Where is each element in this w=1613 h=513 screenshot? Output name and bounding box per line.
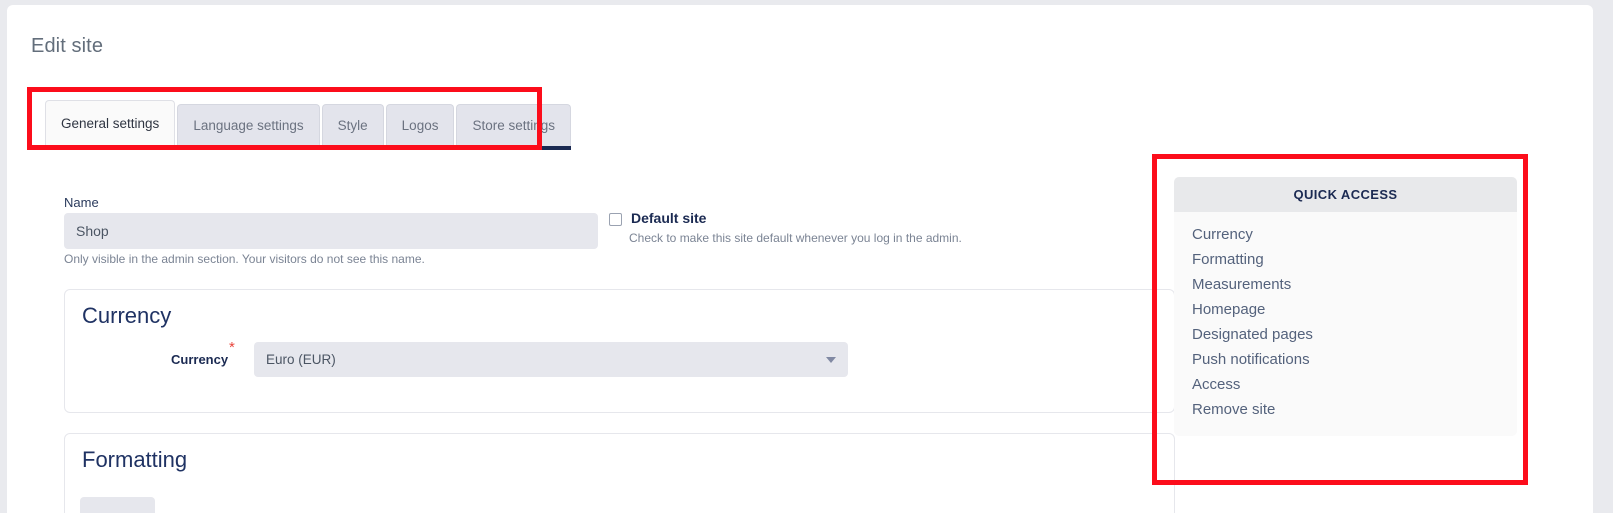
- currency-section-title: Currency: [82, 303, 172, 328]
- default-site-checkbox[interactable]: [609, 213, 622, 226]
- default-site-label: Default site: [631, 210, 707, 226]
- tab-label: Style: [337, 118, 368, 133]
- name-help-text: Only visible in the admin section. Your …: [64, 252, 425, 266]
- quick-access-item-access[interactable]: Access: [1174, 372, 1517, 397]
- quick-access-item-formatting[interactable]: Formatting: [1174, 247, 1517, 272]
- currency-field-label: Currency: [171, 352, 229, 367]
- tab-label: General settings: [61, 116, 160, 131]
- main-content-card: Edit site General settings Language sett…: [7, 5, 1593, 513]
- quick-access-list: Currency Formatting Measurements Homepag…: [1174, 212, 1517, 436]
- name-input[interactable]: [64, 213, 598, 249]
- formatting-section-title: Formatting: [82, 447, 188, 472]
- quick-access-item-currency[interactable]: Currency: [1174, 222, 1517, 247]
- formatting-section-card: Formatting: [64, 433, 1175, 513]
- tab-label: Language settings: [193, 118, 304, 133]
- tab-label: Logos: [401, 118, 439, 133]
- default-site-help-text: Check to make this site default whenever…: [629, 231, 962, 245]
- currency-select-value: Euro (EUR): [266, 352, 336, 367]
- currency-select[interactable]: Euro (EUR): [254, 342, 848, 377]
- tab-store-settings[interactable]: Store settings: [456, 104, 572, 150]
- quick-access-item-push-notifications[interactable]: Push notifications: [1174, 347, 1517, 372]
- tab-language-settings[interactable]: Language settings: [177, 104, 321, 150]
- page-title: Edit site: [31, 35, 104, 57]
- required-marker: *: [229, 339, 235, 356]
- tab-bar: General settings Language settings Style…: [45, 100, 573, 150]
- tab-logos[interactable]: Logos: [385, 104, 455, 150]
- quick-access-item-remove-site[interactable]: Remove site: [1174, 397, 1517, 422]
- quick-access-item-designated-pages[interactable]: Designated pages: [1174, 322, 1517, 347]
- chevron-down-icon: [826, 356, 836, 363]
- quick-access-panel: QUICK ACCESS Currency Formatting Measure…: [1174, 177, 1517, 436]
- quick-access-item-homepage[interactable]: Homepage: [1174, 297, 1517, 322]
- tab-style[interactable]: Style: [321, 104, 384, 150]
- default-site-checkbox-row[interactable]: Default site: [609, 211, 706, 226]
- formatting-field-partial[interactable]: [80, 497, 155, 513]
- quick-access-item-measurements[interactable]: Measurements: [1174, 272, 1517, 297]
- tab-label: Store settings: [472, 118, 556, 133]
- tab-general-settings[interactable]: General settings: [45, 100, 176, 146]
- name-field-label: Name: [64, 195, 99, 210]
- screen: Edit site General settings Language sett…: [0, 0, 1613, 513]
- quick-access-header: QUICK ACCESS: [1174, 177, 1517, 212]
